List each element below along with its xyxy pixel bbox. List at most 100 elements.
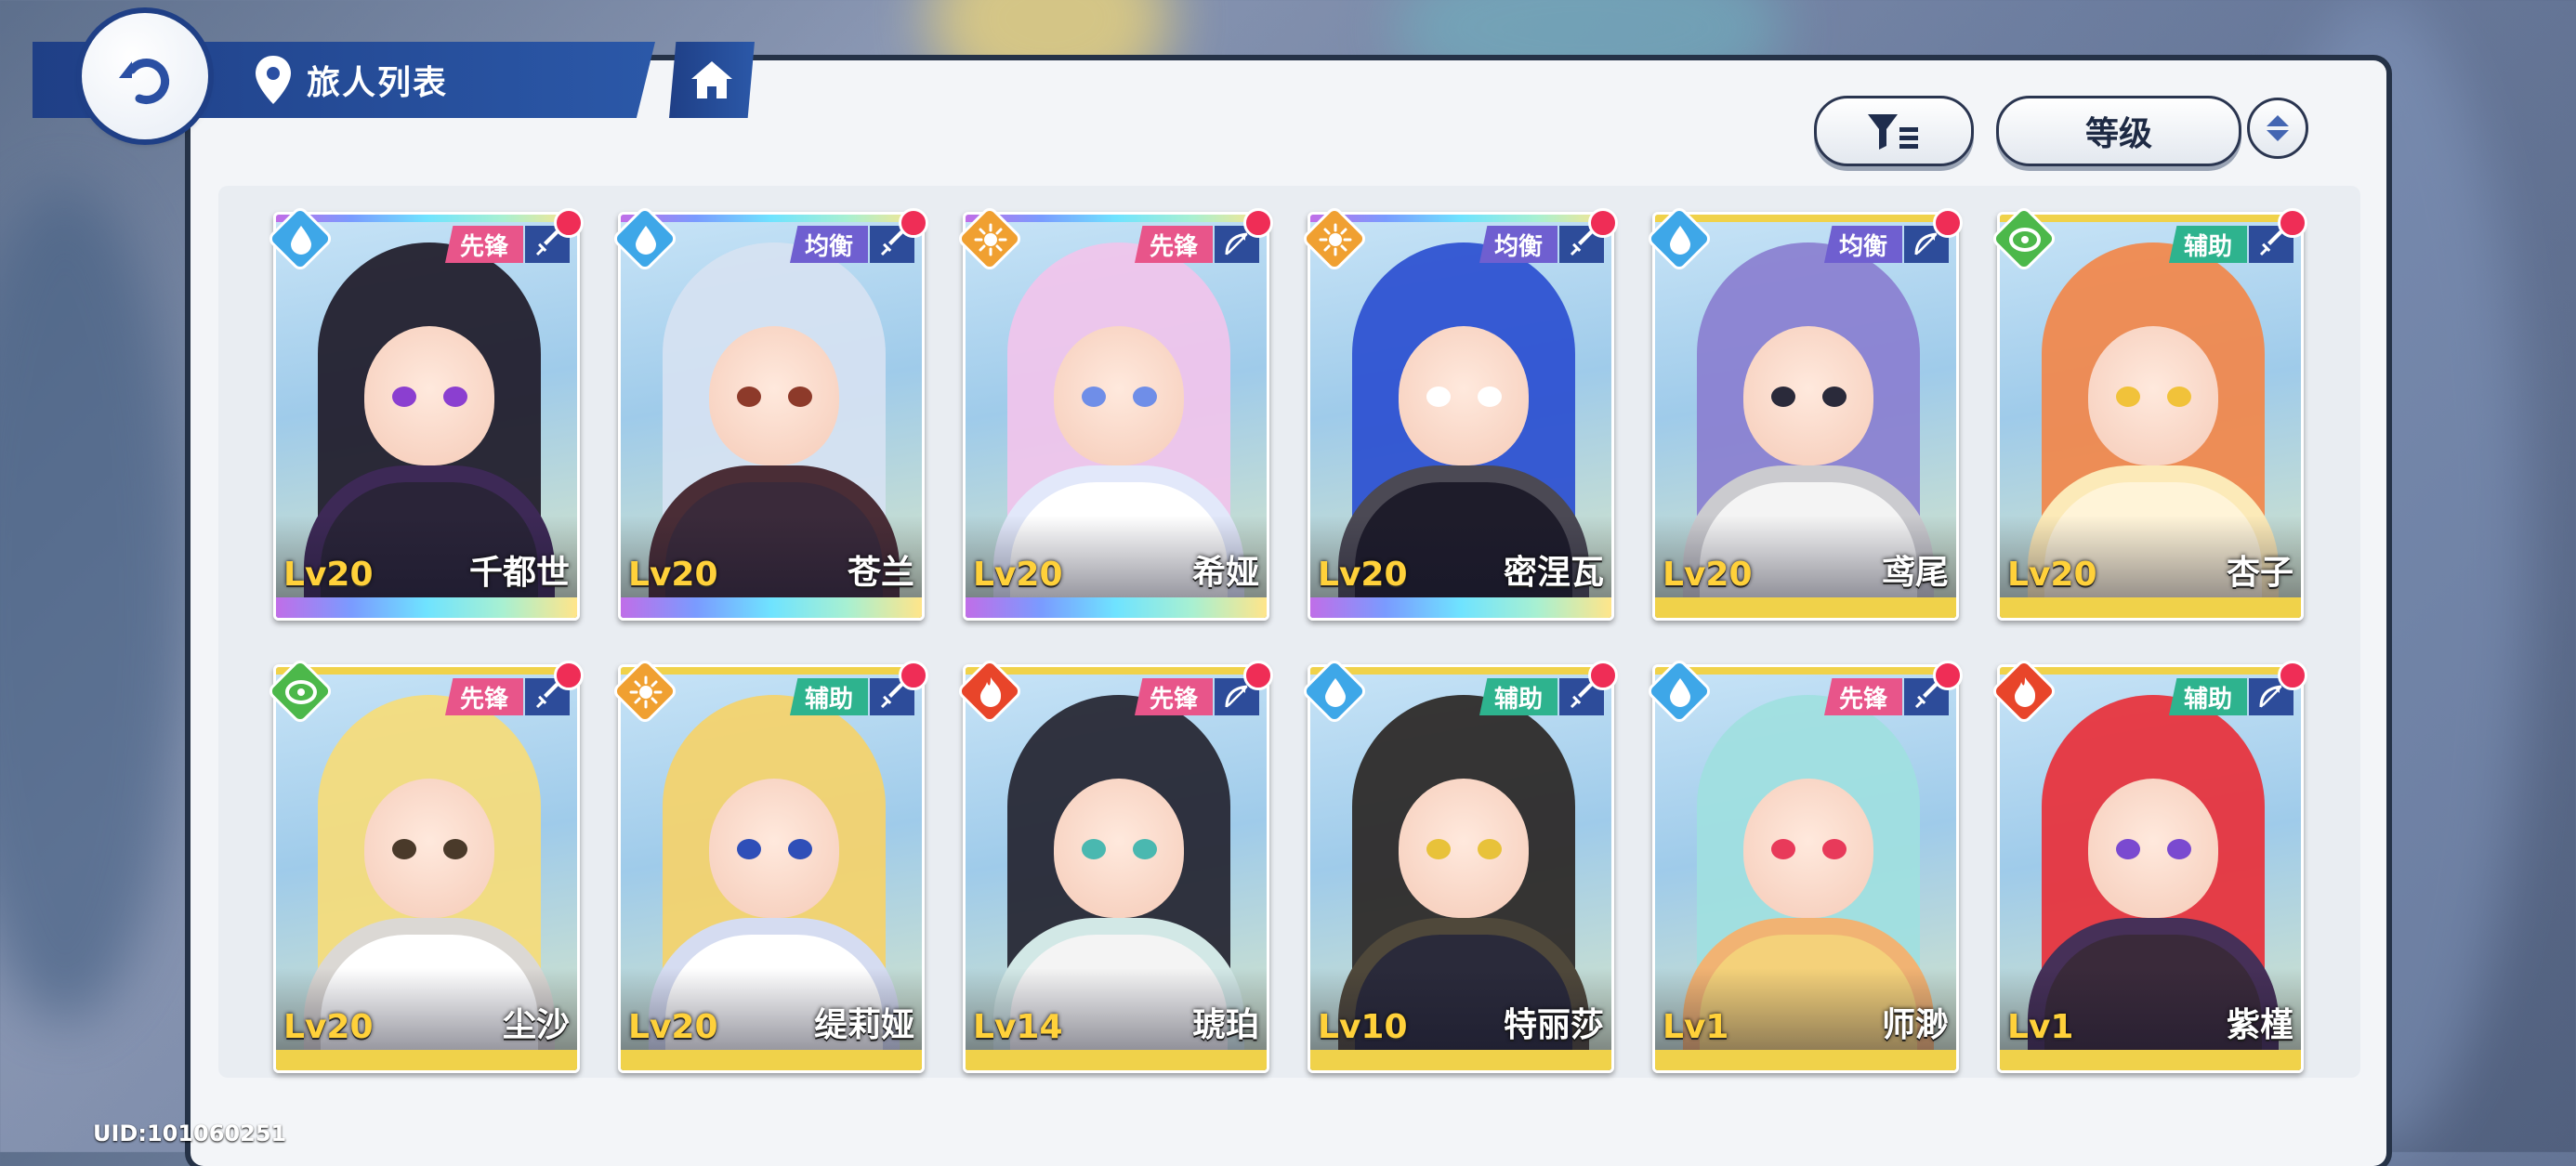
traveler-name: 苍兰 [847, 554, 914, 592]
new-notification-dot [2278, 208, 2307, 238]
role-tag: 辅助 [789, 678, 868, 715]
traveler-card[interactable]: Lv1 紫槿 辅助 [1993, 661, 2307, 1073]
traveler-level: Lv20 [283, 556, 374, 594]
traveler-name: 杏子 [2226, 554, 2293, 592]
traveler-level: Lv20 [1663, 556, 1753, 594]
sort-order-toggle[interactable] [2247, 98, 2308, 159]
traveler-card[interactable]: Lv20 鸢尾 均衡 [1649, 208, 1963, 621]
fire-element-icon [1993, 661, 2055, 722]
traveler-card[interactable]: Lv20 缇莉娅 辅助 [614, 661, 928, 1073]
traveler-portrait-card[interactable]: Lv20 苍兰 均衡 [618, 212, 925, 621]
traveler-name: 琥珀 [1191, 1006, 1259, 1044]
sort-descending-icon [2267, 130, 2289, 141]
role-tag: 先锋 [444, 226, 523, 263]
background-blur [0, 186, 186, 1022]
water-element-icon [614, 208, 676, 269]
traveler-card[interactable]: Lv20 杏子 辅助 [1993, 208, 2307, 621]
traveler-portrait-card[interactable]: Lv20 杏子 辅助 [1997, 212, 2304, 621]
page-title-text: 旅人列表 [307, 64, 449, 102]
traveler-card[interactable]: Lv10 特丽莎 辅助 [1304, 661, 1618, 1073]
home-button[interactable] [669, 42, 755, 118]
role-tag: 先锋 [1134, 226, 1213, 263]
traveler-card[interactable]: Lv20 苍兰 均衡 [614, 208, 928, 621]
water-element-icon [1649, 661, 1710, 722]
role-tag: 均衡 [1479, 226, 1557, 263]
traveler-portrait-card[interactable]: Lv20 千都世 先锋 [273, 212, 580, 621]
traveler-name: 缇莉娅 [813, 1006, 914, 1044]
traveler-level: Lv1 [1663, 1008, 1729, 1046]
page-title: 旅人列表 [253, 52, 448, 108]
traveler-portrait-card[interactable]: Lv20 鸢尾 均衡 [1652, 212, 1959, 621]
role-tag: 辅助 [2168, 226, 2247, 263]
new-notification-dot [1243, 661, 1273, 690]
traveler-name: 千都世 [468, 554, 570, 592]
traveler-level: Lv10 [1318, 1008, 1408, 1046]
traveler-name: 紫槿 [2226, 1006, 2293, 1044]
traveler-portrait-card[interactable]: Lv1 紫槿 辅助 [1997, 664, 2304, 1073]
sort-ascending-icon [2267, 115, 2289, 126]
light-element-icon [959, 208, 1020, 269]
traveler-card[interactable]: Lv14 琥珀 先锋 [959, 661, 1273, 1073]
light-element-icon [614, 661, 676, 722]
traveler-name: 鸢尾 [1881, 554, 1949, 592]
role-tag: 辅助 [1479, 678, 1557, 715]
role-tag: 均衡 [789, 226, 868, 263]
traveler-level: Lv14 [973, 1008, 1063, 1046]
traveler-portrait-card[interactable]: Lv10 特丽莎 辅助 [1308, 664, 1614, 1073]
traveler-card[interactable]: Lv20 密涅瓦 均衡 [1304, 208, 1618, 621]
new-notification-dot [1933, 661, 1963, 690]
grass-element-icon [1993, 208, 2055, 269]
new-notification-dot [899, 661, 928, 690]
filter-button[interactable] [1814, 96, 1974, 166]
traveler-portrait-card[interactable]: Lv20 密涅瓦 均衡 [1308, 212, 1614, 621]
traveler-card[interactable]: Lv20 希娅 先锋 [959, 208, 1273, 621]
light-element-icon [1304, 208, 1365, 269]
sort-by-label: 等级 [2084, 115, 2152, 153]
traveler-card[interactable]: Lv20 尘沙 先锋 [269, 661, 584, 1073]
traveler-card[interactable]: Lv20 千都世 先锋 [269, 208, 584, 621]
grass-element-icon [269, 661, 331, 722]
traveler-name: 特丽莎 [1503, 1006, 1604, 1044]
traveler-level: Lv20 [283, 1008, 374, 1046]
new-notification-dot [554, 208, 584, 238]
back-button[interactable] [82, 13, 208, 139]
traveler-name: 师渺 [1881, 1006, 1949, 1044]
back-arrow-icon [119, 59, 170, 104]
traveler-level: Lv20 [628, 556, 718, 594]
new-notification-dot [1933, 208, 1963, 238]
new-notification-dot [554, 661, 584, 690]
traveler-level: Lv20 [628, 1008, 718, 1046]
traveler-card[interactable]: Lv1 师渺 先锋 [1649, 661, 1963, 1073]
fire-element-icon [959, 661, 1020, 722]
new-notification-dot [2278, 661, 2307, 690]
new-notification-dot [1243, 208, 1273, 238]
new-notification-dot [1588, 208, 1618, 238]
traveler-name: 尘沙 [502, 1006, 570, 1044]
new-notification-dot [1588, 661, 1618, 690]
role-tag: 先锋 [444, 678, 523, 715]
role-tag: 先锋 [1823, 678, 1902, 715]
new-notification-dot [899, 208, 928, 238]
traveler-portrait-card[interactable]: Lv20 缇莉娅 辅助 [618, 664, 925, 1073]
role-tag: 均衡 [1823, 226, 1902, 263]
filter-icon [1868, 114, 1918, 150]
traveler-grid: Lv20 千都世 先锋 Lv20 苍兰 均衡 Lv20 希娅 先锋 Lv20 密… [269, 208, 2307, 1073]
role-tag: 辅助 [2168, 678, 2247, 715]
sort-by-button[interactable]: 等级 [1996, 96, 2241, 166]
traveler-portrait-card[interactable]: Lv20 尘沙 先锋 [273, 664, 580, 1073]
traveler-level: Lv20 [1318, 556, 1408, 594]
location-pin-icon [256, 56, 291, 104]
traveler-name: 希娅 [1191, 554, 1259, 592]
water-element-icon [1649, 208, 1710, 269]
traveler-portrait-card[interactable]: Lv20 希娅 先锋 [963, 212, 1269, 621]
water-element-icon [1304, 661, 1365, 722]
traveler-name: 密涅瓦 [1503, 554, 1604, 592]
home-icon [691, 61, 732, 98]
traveler-portrait-card[interactable]: Lv14 琥珀 先锋 [963, 664, 1269, 1073]
traveler-level: Lv20 [2007, 556, 2097, 594]
traveler-level: Lv20 [973, 556, 1063, 594]
user-id: UID:101060251 [93, 1120, 287, 1146]
traveler-level: Lv1 [2007, 1008, 2074, 1046]
role-tag: 先锋 [1134, 678, 1213, 715]
traveler-portrait-card[interactable]: Lv1 师渺 先锋 [1652, 664, 1959, 1073]
